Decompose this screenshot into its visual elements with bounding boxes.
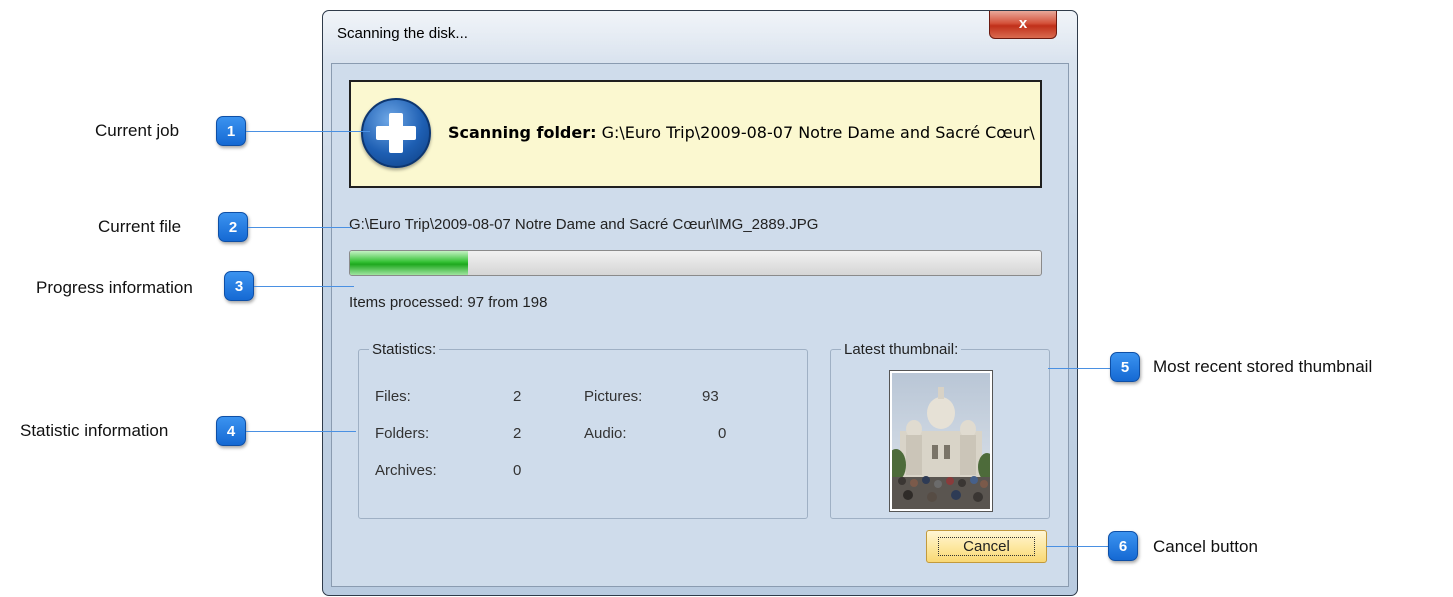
callout-label-cancel-button: Cancel button — [1153, 537, 1258, 556]
scan-dialog-window: Scanning the disk... x Scanning folder: … — [322, 10, 1078, 596]
callout-label-most-recent-thumbnail: Most recent stored thumbnail — [1153, 357, 1373, 376]
current-job-text: Scanning folder: G:\Euro Trip\2009-08-07… — [448, 122, 1038, 143]
job-path: G:\Euro Trip\2009-08-07 Notre Dame and S… — [601, 123, 1035, 142]
callout-label-current-file: Current file — [98, 217, 182, 236]
callout-leader-1 — [246, 131, 370, 132]
job-label: Scanning folder: — [448, 123, 597, 142]
callout-badge-4: 4 — [216, 416, 246, 446]
callout-label-progress-information: Progress information — [36, 278, 193, 297]
latest-thumbnail-legend: Latest thumbnail: — [844, 341, 959, 358]
callout-badge-3: 3 — [224, 271, 254, 301]
callout-label-statistic-information: Statistic information — [20, 421, 169, 440]
archives-value: 0 — [513, 462, 522, 479]
folders-label: Folders: — [375, 425, 430, 442]
plus-icon — [361, 98, 431, 168]
audio-label: Audio: — [584, 425, 627, 442]
callout-leader-3 — [254, 286, 354, 287]
archives-label: Archives: — [375, 462, 437, 479]
folders-value: 2 — [513, 425, 522, 442]
progress-bar — [349, 250, 1042, 276]
current-file-path: G:\Euro Trip\2009-08-07 Notre Dame and S… — [349, 216, 819, 233]
callout-badge-2: 2 — [218, 212, 248, 242]
files-label: Files: — [375, 388, 411, 405]
window-title: Scanning the disk... — [337, 25, 468, 42]
dialog-client-area: Scanning folder: G:\Euro Trip\2009-08-07… — [331, 63, 1069, 587]
callout-leader-2 — [248, 227, 352, 228]
items-processed-text: Items processed: 97 from 198 — [349, 294, 548, 311]
callout-badge-5: 5 — [1110, 352, 1140, 382]
callout-label-current-job: Current job — [95, 121, 180, 140]
thumbnail-image — [889, 370, 993, 512]
basilica-photo — [892, 373, 990, 509]
audio-value: 0 — [718, 425, 727, 442]
callout-badge-6: 6 — [1108, 531, 1138, 561]
pictures-label: Pictures: — [584, 388, 643, 405]
cancel-button[interactable]: Cancel — [926, 530, 1047, 563]
statistics-legend: Statistics: — [372, 341, 437, 358]
callout-badge-1: 1 — [216, 116, 246, 146]
cancel-button-label: Cancel — [938, 537, 1035, 556]
latest-thumbnail-group: Latest thumbnail: — [830, 341, 1050, 519]
statistics-group: Statistics: Files: 2 Pictures: 93 Folder… — [358, 341, 808, 519]
progress-fill — [350, 251, 469, 275]
files-value: 2 — [513, 388, 522, 405]
pictures-value: 93 — [702, 388, 719, 405]
current-job-panel: Scanning folder: G:\Euro Trip\2009-08-07… — [349, 80, 1042, 188]
callout-leader-4 — [246, 431, 356, 432]
close-button[interactable]: x — [989, 11, 1057, 39]
